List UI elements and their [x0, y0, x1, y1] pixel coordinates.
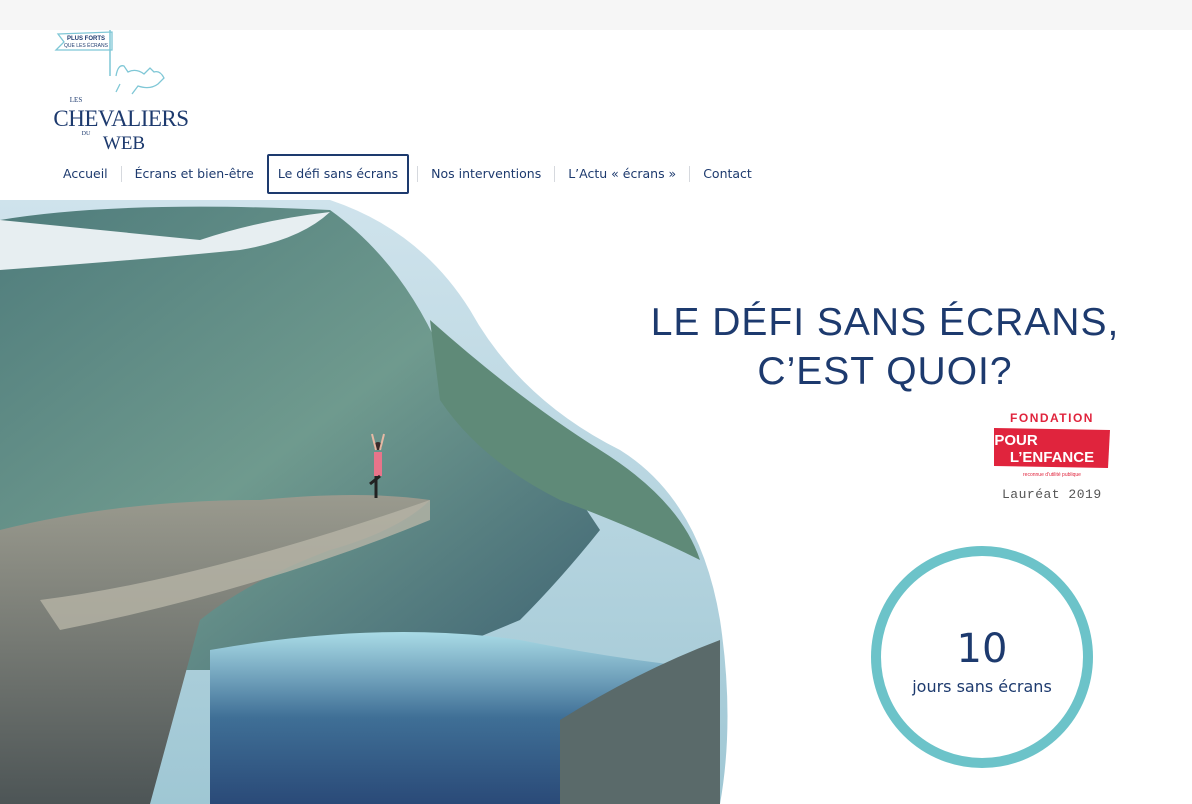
laureat-award-text: Lauréat 2019 [1002, 487, 1102, 502]
headline-line1: LE DÉFI SANS ÉCRANS, [650, 301, 1120, 344]
nav-separator [689, 166, 691, 182]
fondation-pour-l-enfance-logo[interactable]: FONDATION POUR L’ENFANCE reconnue d'util… [990, 408, 1114, 488]
browser-top-bar [0, 0, 1192, 30]
fondation-top-text: FONDATION [1010, 411, 1094, 425]
nav-item-defi-sans-ecrans[interactable]: Le défi sans écrans [266, 154, 410, 194]
site-logo[interactable]: PLUS FORTS QUE LES ÉCRANS LES CHEVALIERS… [46, 28, 196, 154]
page-headline: LE DÉFI SANS ÉCRANS, C’EST QUOI? [600, 298, 1170, 396]
fondation-sub: reconnue d'utilité publique [1023, 472, 1081, 478]
nav-item-ecrans-bien-etre[interactable]: Écrans et bien-être [126, 154, 263, 194]
days-counter-label: jours sans écrans [912, 677, 1052, 696]
headline-line2: C’EST QUOI? [757, 350, 1013, 393]
nav-separator [120, 166, 122, 182]
main-nav: Accueil Écrans et bien-être Le défi sans… [54, 154, 761, 194]
days-counter-circle: 10 jours sans écrans [871, 546, 1093, 768]
logo-chevaliers: CHEVALIERS [53, 106, 188, 131]
logo-flag-line2: QUE LES ÉCRANS [64, 42, 109, 49]
logo-web: WEB [103, 133, 145, 154]
nav-item-actu-ecrans[interactable]: L’Actu « écrans » [559, 154, 685, 194]
nav-item-accueil[interactable]: Accueil [54, 154, 117, 194]
logo-les: LES [70, 96, 83, 104]
nav-separator [554, 166, 556, 182]
logo-du: DU [82, 131, 91, 137]
days-counter-value: 10 [956, 626, 1008, 672]
fondation-line2: L’ENFANCE [1010, 449, 1094, 466]
nav-separator [417, 166, 419, 182]
nav-item-nos-interventions[interactable]: Nos interventions [422, 154, 550, 194]
logo-flag-line1: PLUS FORTS [67, 36, 105, 42]
hero-image-cliff-yoga [0, 200, 728, 804]
nav-item-contact[interactable]: Contact [694, 154, 761, 194]
fondation-line1: POUR [994, 432, 1038, 449]
